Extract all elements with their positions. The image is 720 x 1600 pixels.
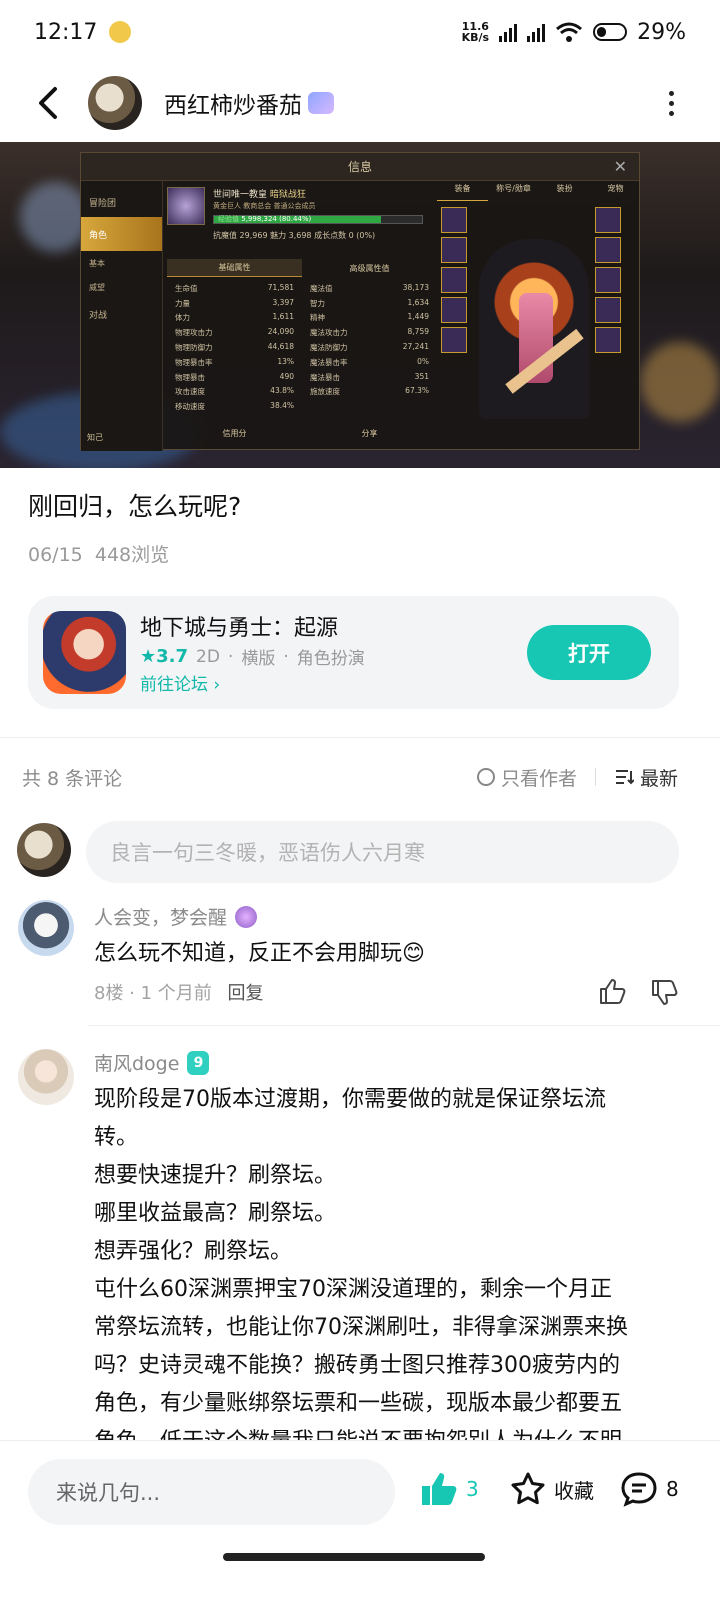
equip-tabs: 装备 称号/勋章 装扮 宠物 bbox=[437, 183, 641, 201]
stat-row: 物理暴击 490 魔法暴击 351 bbox=[175, 371, 429, 382]
comment-input[interactable]: 良言一句三冬暖，恶语伤人六月寒 bbox=[86, 821, 679, 883]
stat-row: 物理防御力 44,618 魔法防御力 27,241 bbox=[175, 342, 429, 353]
panel-title: 信息 bbox=[347, 160, 372, 174]
stat-row: 移动速度 38.4% bbox=[175, 401, 294, 412]
panel-close-icon: ✕ bbox=[613, 157, 627, 176]
comment-bubble-icon bbox=[621, 1472, 657, 1507]
comment-meta: 8楼 · 1 个月前 回复 bbox=[94, 983, 264, 1004]
post-meta: 06/15 448浏览 bbox=[28, 540, 169, 567]
author-badge-icon bbox=[308, 92, 334, 114]
like-button[interactable]: 3 bbox=[420, 1471, 479, 1507]
open-game-button[interactable]: 打开 bbox=[527, 625, 651, 680]
battery-percent: 29% bbox=[637, 19, 686, 45]
wifi-icon bbox=[556, 22, 583, 42]
bottom-action-bar: 来说几句... 3 收藏 8 bbox=[0, 1440, 720, 1550]
commenter-name[interactable]: 人会变，梦会醒 bbox=[94, 903, 258, 930]
char-info: 世间唯一教皇 暗狱战狂 黄金巨人 教商总会 普通公会成员 经验值 5,998,3… bbox=[167, 187, 437, 267]
game-info-line: ★3.7 2D · 横版 · 角色扮演 bbox=[140, 646, 365, 669]
thumbs-down-icon[interactable] bbox=[650, 979, 678, 1007]
network-speed: 11.6 KB/s bbox=[461, 20, 490, 44]
level-badge-icon: 9 bbox=[187, 1050, 210, 1075]
game-name: 地下城与勇士：起源 bbox=[140, 616, 339, 641]
author-name[interactable]: 西红柿炒番茄 bbox=[164, 86, 302, 120]
char-class-icon bbox=[167, 187, 205, 225]
favorite-button[interactable]: 收藏 bbox=[510, 1471, 594, 1507]
stat-row: 物理攻击力 24,090 魔法攻击力 8,759 bbox=[175, 327, 429, 338]
panel-left-menu: 冒险团 角色 基本 威望 对战 知己 bbox=[81, 181, 163, 451]
sort-icon bbox=[615, 770, 634, 785]
post-header: 西红柿炒番茄 bbox=[0, 64, 720, 142]
comment-item: 人会变，梦会醒 怎么玩不知道，反正不会用脚玩😊 8楼 · 1 个月前 回复 bbox=[0, 897, 720, 1025]
divider bbox=[0, 737, 720, 738]
game-icon bbox=[43, 611, 126, 694]
exp-bar: 经验值 5,998,324 (80.44%) bbox=[213, 215, 423, 224]
radio-icon bbox=[476, 768, 495, 786]
forum-link[interactable]: 前往论坛 › bbox=[140, 670, 220, 695]
reply-button[interactable]: 回复 bbox=[228, 983, 264, 1004]
game-card[interactable]: 地下城与勇士：起源 ★3.7 2D · 横版 · 角色扮演 前往论坛 › 打开 bbox=[28, 596, 679, 709]
status-bar: 12:17 11.6 KB/s 29% bbox=[0, 0, 720, 64]
thumbs-up-filled-icon bbox=[422, 1473, 457, 1505]
stat-row: 生命值 71,581 魔法值 38,173 bbox=[175, 282, 429, 293]
reply-input[interactable]: 来说几句... bbox=[28, 1459, 395, 1525]
comment-text: 现阶段是70版本过渡期，你需要做的就是保证祭坛流 转。 想要快速提升？刷祭坛。 … bbox=[94, 1087, 628, 1440]
my-avatar bbox=[17, 823, 71, 877]
thumbs-up-icon[interactable] bbox=[598, 977, 626, 1005]
stat-row: 力量 3,397 智力 1,634 bbox=[175, 297, 429, 308]
post-title: 刚回归，怎么玩呢? bbox=[28, 492, 242, 521]
commenter-avatar[interactable] bbox=[18, 1049, 74, 1105]
notification-app-icon bbox=[109, 21, 132, 43]
level-badge-icon bbox=[235, 905, 258, 928]
game-info-panel: 信息 ✕ 冒险团 角色 基本 威望 对战 知己 世间唯一教皇 暗狱战狂 黄金巨人… bbox=[80, 152, 641, 451]
comments-count: 共 8 条评论 bbox=[22, 767, 123, 790]
rating: ★3.7 bbox=[140, 646, 189, 667]
stat-row: 体力 1,611 精神 1,449 bbox=[175, 312, 429, 323]
comment-item: 南风doge 9 现阶段是70版本过渡期，你需要做的就是保证祭坛流 转。 想要快速… bbox=[0, 1045, 720, 1440]
panel-bottom-buttons: 信用分 分享 bbox=[222, 428, 378, 438]
post-views: 448浏览 bbox=[94, 544, 170, 566]
equip-slots-left bbox=[441, 207, 467, 353]
chevron-right-icon: › bbox=[213, 675, 221, 695]
signal-icon-2 bbox=[527, 22, 546, 42]
star-icon: ★ bbox=[140, 646, 157, 667]
status-time: 12:17 bbox=[34, 19, 98, 45]
stat-row: 攻击速度 43.8% 施放速度 67.3% bbox=[175, 386, 429, 397]
commenter-avatar[interactable] bbox=[18, 900, 74, 956]
star-outline-icon bbox=[511, 1472, 545, 1505]
post-image[interactable]: 信息 ✕ 冒险团 角色 基本 威望 对战 知己 世间唯一教皇 暗狱战狂 黄金巨人… bbox=[0, 142, 720, 468]
post-date: 06/15 bbox=[28, 544, 83, 566]
more-options-button[interactable] bbox=[669, 90, 674, 116]
stat-row: 物理暴击率 13% 魔法暴击率 0% bbox=[175, 356, 429, 367]
equip-slots-right bbox=[595, 207, 621, 353]
comment-text: 怎么玩不知道，反正不会用脚玩😊 bbox=[94, 941, 425, 966]
author-only-toggle[interactable]: 只看作者 bbox=[476, 764, 577, 791]
signal-icon bbox=[499, 22, 518, 42]
back-arrow-icon bbox=[39, 87, 57, 119]
home-indicator bbox=[223, 1553, 485, 1561]
comments-header: 共 8 条评论 只看作者 最新 bbox=[22, 762, 678, 792]
commenter-name[interactable]: 南风doge 9 bbox=[94, 1049, 210, 1076]
stats-table: 生命值 71,581 魔法值 38,173 力量 3,397 智力 1,634 体力 1,611 精… bbox=[167, 281, 437, 414]
author-avatar[interactable] bbox=[88, 76, 142, 130]
status-icons: 11.6 KB/s 29% bbox=[462, 20, 686, 45]
battery-icon bbox=[593, 23, 628, 41]
comment-button[interactable]: 8 bbox=[620, 1471, 679, 1507]
attr-tabs: 基础属性 高级属性值 bbox=[167, 259, 437, 277]
back-button[interactable] bbox=[28, 83, 68, 123]
sort-button[interactable]: 最新 bbox=[614, 764, 678, 791]
